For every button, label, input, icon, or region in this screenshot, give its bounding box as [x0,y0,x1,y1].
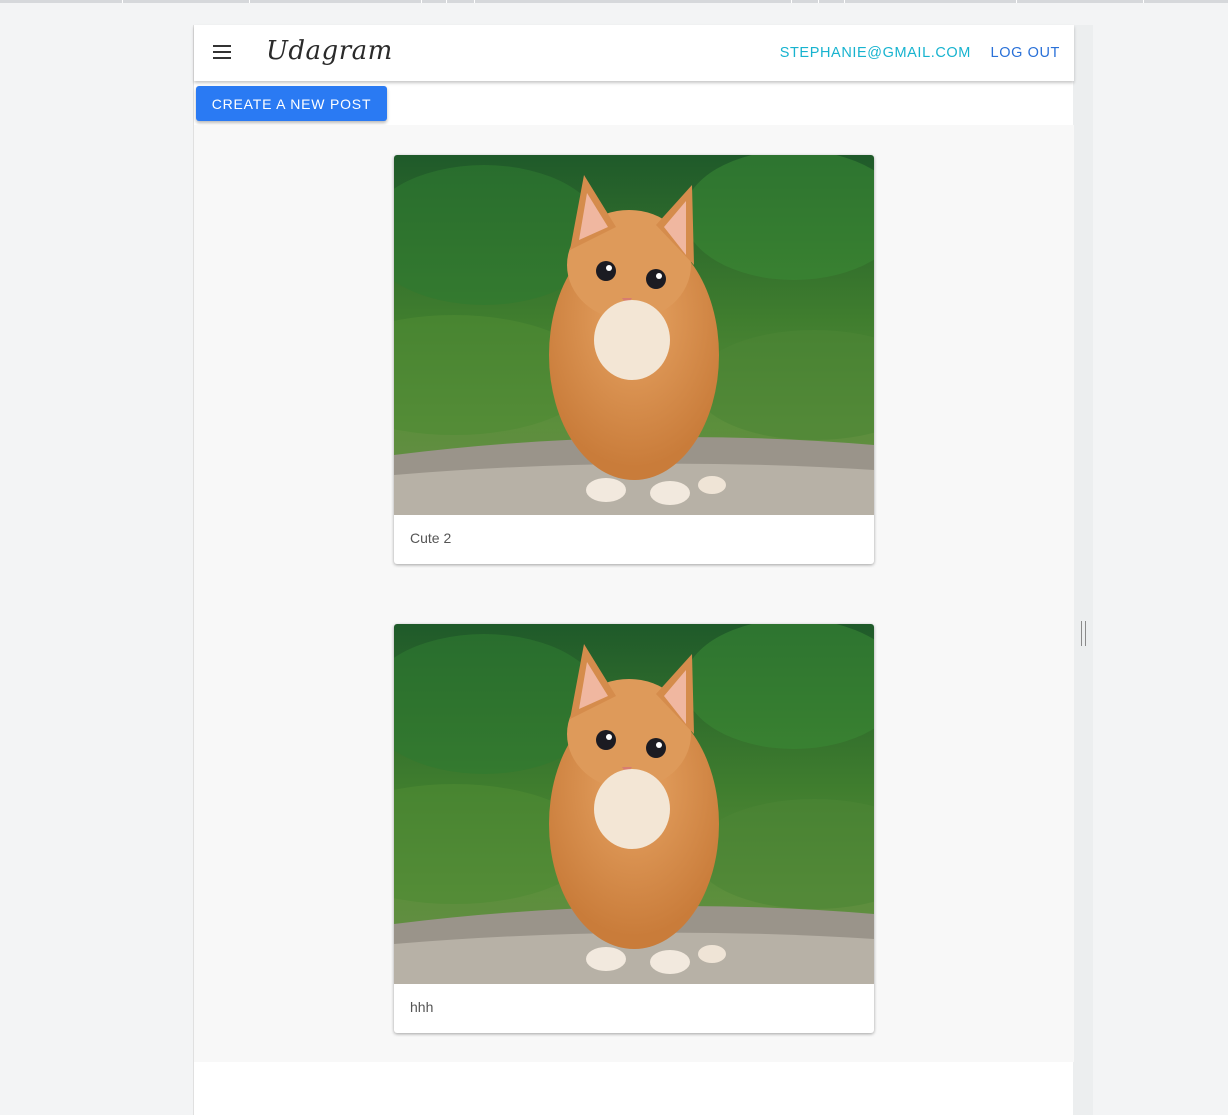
side-rail [1073,25,1093,1115]
app-container: Udagram STEPHANIE@GMAIL.COM LOG OUT CREA… [193,25,1074,1115]
post-card: hhh [394,624,874,1033]
app-brand: Udagram [266,36,393,66]
logout-link[interactable]: LOG OUT [991,45,1060,61]
post-image [394,155,874,515]
resize-grip-icon[interactable] [1081,621,1086,646]
menu-icon[interactable] [213,45,231,59]
user-email-link[interactable]: STEPHANIE@GMAIL.COM [780,45,971,61]
post-image [394,624,874,984]
create-post-button[interactable]: CREATE A NEW POST [196,86,387,121]
post-caption: Cute 2 [410,530,452,546]
top-toolbar: Udagram STEPHANIE@GMAIL.COM LOG OUT [194,25,1074,81]
post-feed: Cute 2 hhh [194,125,1074,1062]
browser-top-strip [0,0,1228,3]
post-caption: hhh [410,999,434,1015]
post-card: Cute 2 [394,155,874,564]
